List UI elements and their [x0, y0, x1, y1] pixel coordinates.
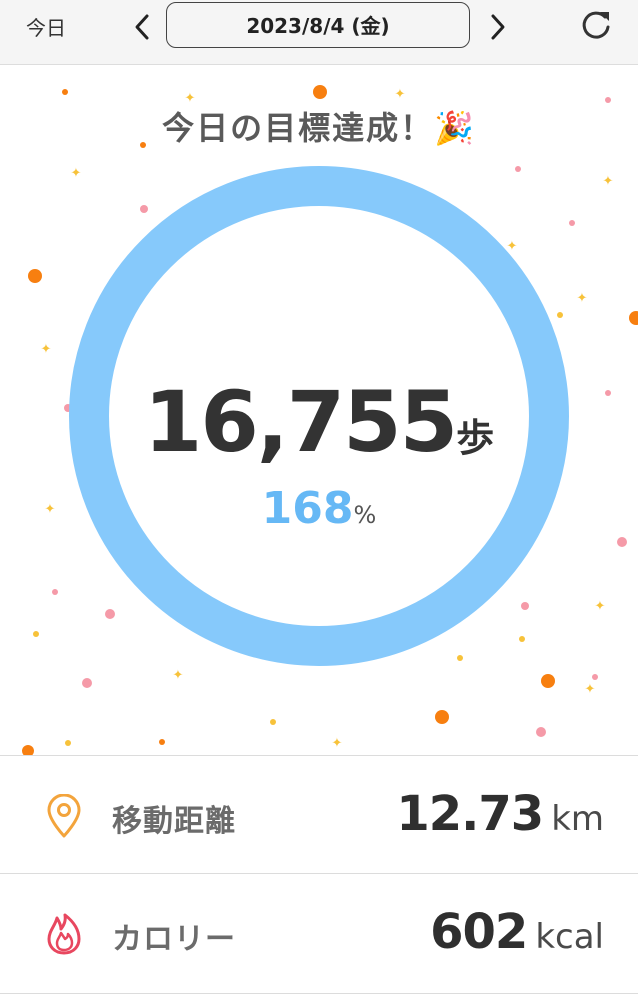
steps-value: 16,755 [143, 373, 458, 471]
calorie-value: 602 [430, 904, 528, 960]
divider [0, 993, 638, 994]
goal-achievement-panel: ✦ ✦ ✦ ✦ ✦ ✦ ✦ ✦ ✦ ✦ ✦ ✦ 今日の目標達成！🎉 16,755歩 168% [0, 65, 638, 755]
distance-label: 移動距離 [112, 804, 236, 839]
distance-row: 移動距離 12.73 km [0, 755, 638, 874]
calorie-value-group: 602 kcal [430, 904, 604, 960]
svg-text:✦: ✦ [173, 668, 184, 683]
date-selector[interactable]: 2023/8/4 (金) [166, 2, 470, 48]
percent-value: 168 [261, 483, 354, 534]
distance-value-group: 12.73 km [396, 786, 604, 842]
chevron-right-icon[interactable] [486, 10, 510, 44]
distance-unit: km [551, 799, 604, 839]
svg-text:✦: ✦ [332, 736, 343, 751]
refresh-icon[interactable] [578, 6, 614, 44]
goal-title: 今日の目標達成！🎉 [162, 109, 476, 147]
goal-percent: 168% [0, 483, 638, 534]
calorie-unit: kcal [535, 917, 604, 957]
svg-text:✦: ✦ [41, 342, 52, 357]
chevron-left-icon[interactable] [130, 10, 154, 44]
svg-text:✦: ✦ [395, 87, 406, 102]
svg-text:✦: ✦ [577, 291, 588, 306]
flame-icon [47, 913, 81, 955]
distance-value: 12.73 [396, 786, 544, 842]
svg-text:✦: ✦ [585, 682, 596, 697]
percent-unit: % [353, 501, 377, 529]
svg-text:✦: ✦ [603, 174, 614, 189]
steps-unit: 歩 [456, 416, 495, 460]
location-pin-icon [47, 794, 81, 838]
today-button[interactable]: 今日 [26, 12, 66, 41]
svg-text:✦: ✦ [595, 599, 606, 614]
step-count: 16,755歩 [0, 373, 638, 471]
calorie-row: カロリー 602 kcal [0, 873, 638, 992]
top-bar: 今日 2023/8/4 (金) [0, 0, 638, 65]
calorie-label: カロリー [112, 922, 236, 957]
